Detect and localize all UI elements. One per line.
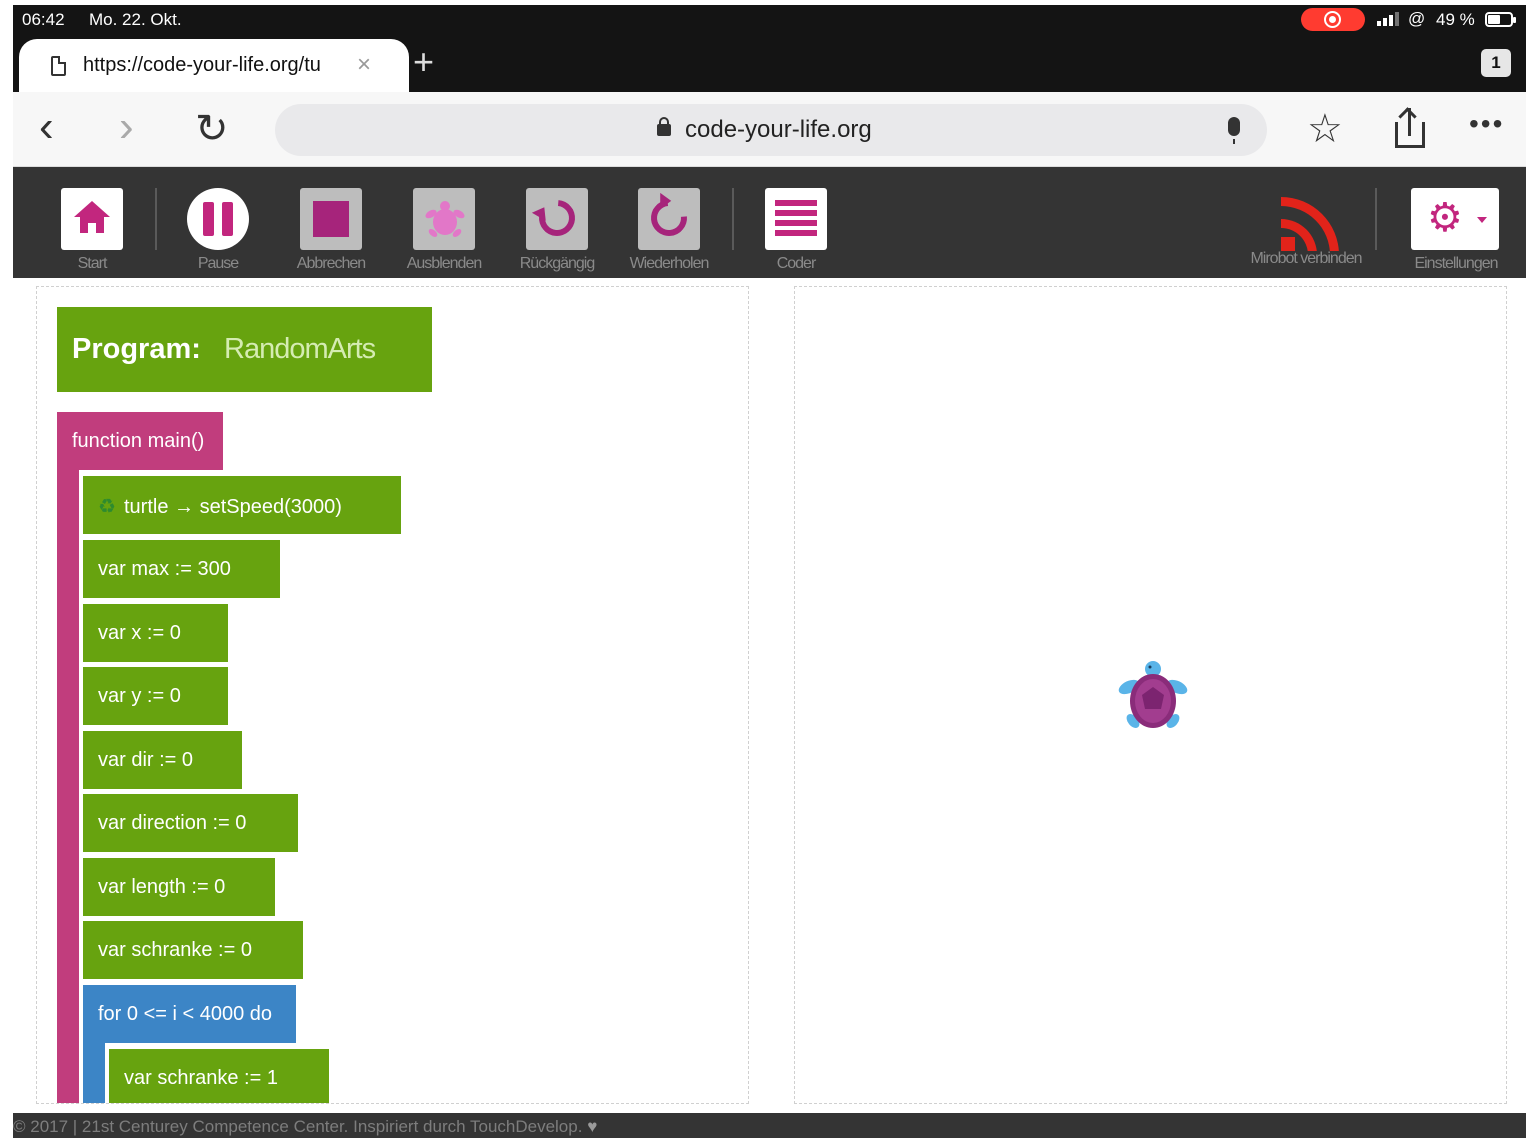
hide-turtle-button[interactable]: Ausblenden: [407, 188, 482, 272]
program-keyword: Program:: [72, 333, 201, 365]
redo-button[interactable]: Wiederholen: [630, 188, 709, 272]
undo-button[interactable]: Rückgängig: [520, 188, 595, 272]
address-bar[interactable]: code-your-life.org: [275, 104, 1267, 156]
browser-tab[interactable]: https://code-your-life.org/tu ×: [19, 39, 409, 94]
address-host: code-your-life.org: [685, 116, 872, 143]
function-header-block[interactable]: function main(): [57, 412, 223, 470]
footer: © 2017 | 21st Centurey Competence Center…: [13, 1113, 1526, 1138]
tab-count-button[interactable]: 1: [1481, 49, 1511, 77]
turtle-sprite: [1118, 661, 1188, 728]
heart-icon: ♥: [587, 1117, 598, 1136]
code-statement[interactable]: var length := 0: [83, 858, 275, 916]
tab-bar: https://code-your-life.org/tu × + 1: [13, 35, 1526, 94]
start-button[interactable]: Start: [61, 188, 123, 272]
turtle-canvas[interactable]: [794, 286, 1507, 1104]
reload-icon[interactable]: ↻: [195, 106, 229, 152]
screen-recording-icon: [1301, 8, 1365, 31]
status-time: 06:42: [22, 10, 65, 29]
bookmark-star-icon[interactable]: ☆: [1307, 106, 1343, 152]
close-tab-icon[interactable]: ×: [357, 51, 371, 79]
navigation-bar: ‹ › ↻ code-your-life.org ☆ •••: [13, 92, 1526, 167]
turtle-library-icon: ♻: [98, 496, 116, 518]
battery-icon: [1485, 12, 1516, 27]
new-tab-button[interactable]: +: [413, 41, 434, 83]
code-statement[interactable]: var dir := 0: [83, 731, 242, 789]
redo-label: Wiederholen: [629, 255, 710, 272]
code-statement[interactable]: ♻ turtle → setSpeed(3000): [83, 476, 401, 534]
code-statement[interactable]: var schranke := 0: [83, 921, 303, 979]
tab-url: https://code-your-life.org/tu: [83, 54, 321, 76]
battery-percent: 49 %: [1436, 10, 1475, 29]
for-loop-body-rail: [83, 1043, 105, 1103]
for-loop-block[interactable]: for 0 <= i < 4000 do: [83, 985, 296, 1043]
code-statement[interactable]: var y := 0: [83, 667, 228, 725]
settings-label: Einstellungen: [1414, 255, 1498, 272]
code-editor[interactable]: Program: RandomArts function main() ♻ tur…: [36, 286, 749, 1104]
status-date: Mo. 22. Okt.: [89, 10, 182, 29]
back-icon[interactable]: ‹: [39, 102, 54, 152]
stop-icon: [313, 201, 349, 237]
code-statement[interactable]: var x := 0: [83, 604, 228, 662]
program-block[interactable]: Program: RandomArts: [57, 307, 432, 392]
function-body-rail: [57, 470, 79, 1103]
browser-window: 06:42 Mo. 22. Okt. @ 49 % https://code-y…: [13, 5, 1526, 1138]
page-icon: [51, 56, 66, 76]
lock-icon: [657, 117, 671, 136]
settings-button[interactable]: ⚙: [1411, 188, 1499, 250]
coder-button[interactable]: Coder: [765, 188, 827, 272]
mirobot-connect-button[interactable]: [1281, 187, 1345, 251]
microphone-icon[interactable]: [1228, 117, 1240, 144]
footer-text: © 2017 | 21st Centurey Competence Center…: [13, 1117, 583, 1136]
gear-icon: ⚙: [1427, 196, 1463, 240]
code-statement[interactable]: var schranke := 1: [109, 1049, 329, 1103]
status-bar: 06:42 Mo. 22. Okt. @ 49 %: [13, 5, 1526, 35]
abort-button[interactable]: Abbrechen: [297, 188, 366, 272]
more-options-icon[interactable]: •••: [1469, 108, 1504, 140]
forward-icon[interactable]: ›: [119, 102, 134, 152]
code-statement[interactable]: var max := 300: [83, 540, 280, 598]
program-name[interactable]: RandomArts: [224, 333, 376, 366]
coder-label: Coder: [776, 255, 817, 272]
app-toolbar: Start Pause Abbrechen Ausblenden Rückgän…: [13, 167, 1526, 278]
share-icon[interactable]: [1393, 108, 1427, 150]
pause-button[interactable]: Pause: [187, 188, 249, 272]
turtle-icon: [425, 201, 465, 237]
mirobot-label: Mirobot verbinden: [1250, 250, 1362, 267]
wifi-icon: @: [1408, 9, 1426, 28]
chevron-down-icon: [1477, 217, 1487, 223]
code-statement[interactable]: var direction := 0: [83, 794, 298, 852]
cellular-signal-icon: [1377, 12, 1399, 26]
start-label: Start: [77, 255, 108, 272]
home-icon: [74, 201, 110, 235]
